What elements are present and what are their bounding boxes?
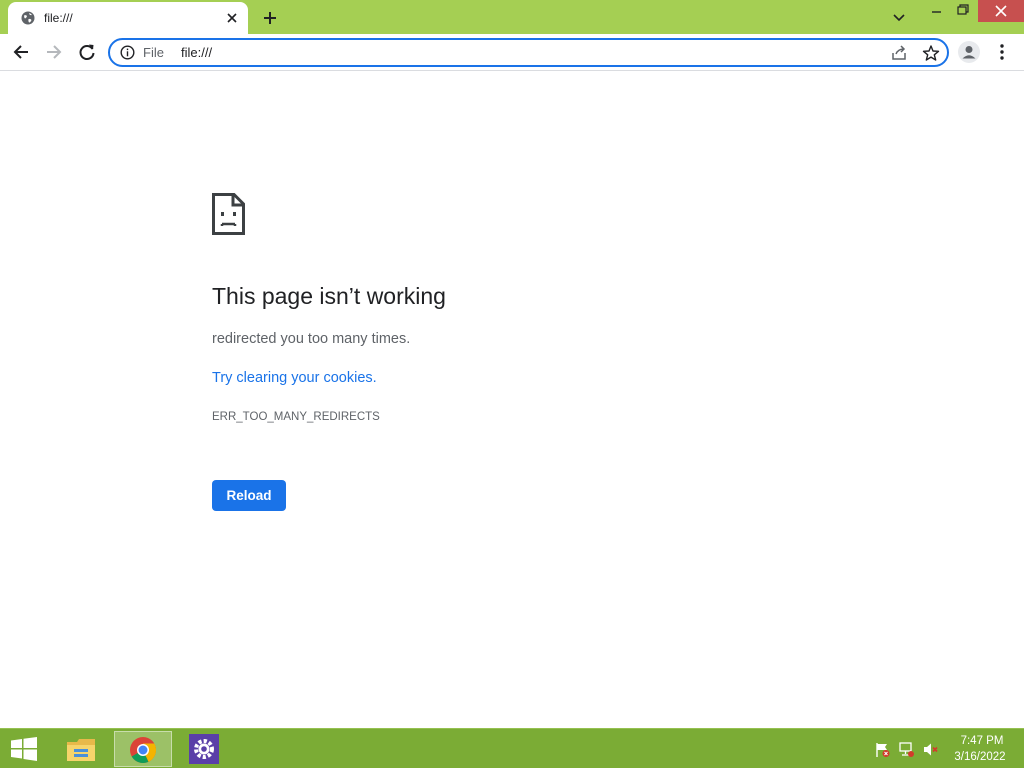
taskbar: 7:47 PM 3/16/2022 <box>0 728 1024 768</box>
browser-tab[interactable]: file:/// <box>8 2 248 34</box>
share-icon[interactable] <box>890 44 908 62</box>
globe-icon <box>21 11 35 25</box>
back-arrow-icon[interactable] <box>10 41 32 63</box>
restore-icon[interactable] <box>950 0 976 22</box>
action-center-flag-icon[interactable] <box>874 741 891 758</box>
clear-cookies-link[interactable]: Try clearing your cookies. <box>212 370 377 386</box>
page-content: This page isn’t working redirected you t… <box>0 71 1024 728</box>
info-icon[interactable] <box>120 45 135 60</box>
url-text[interactable]: file:/// <box>181 45 212 60</box>
forward-arrow-icon[interactable] <box>43 41 65 63</box>
chrome-taskbar-button[interactable] <box>114 731 172 767</box>
sad-page-icon <box>212 193 245 235</box>
network-icon[interactable] <box>898 741 915 758</box>
settings-taskbar-button[interactable] <box>176 731 234 767</box>
scheme-label: File <box>143 45 164 60</box>
title-bar: file:/// <box>0 0 1024 34</box>
reload-button[interactable]: Reload <box>212 480 286 511</box>
bookmark-star-icon[interactable] <box>922 44 940 62</box>
browser-toolbar: File file:/// <box>0 34 1024 71</box>
taskbar-clock-time[interactable]: 7:47 PM <box>954 735 1010 747</box>
window-close-button[interactable] <box>978 0 1024 22</box>
windows-start-icon[interactable] <box>10 737 38 761</box>
minimize-icon[interactable] <box>924 0 950 22</box>
profile-avatar-button[interactable] <box>958 41 980 63</box>
tab-close-icon[interactable] <box>224 10 240 26</box>
error-code: ERR_TOO_MANY_REDIRECTS <box>212 411 380 423</box>
chrome-icon <box>130 737 157 764</box>
address-bar[interactable]: File file:/// <box>108 38 949 67</box>
volume-muted-icon[interactable] <box>922 741 939 758</box>
file-explorer-icon <box>67 739 95 761</box>
new-tab-icon[interactable] <box>260 8 280 28</box>
reload-icon[interactable] <box>76 41 98 63</box>
error-title: This page isn’t working <box>212 283 446 309</box>
person-icon <box>962 46 976 59</box>
file-explorer-button[interactable] <box>52 731 110 767</box>
close-icon <box>995 5 1007 17</box>
more-menu-icon[interactable] <box>994 42 1010 62</box>
taskbar-clock-date[interactable]: 3/16/2022 <box>948 751 1012 763</box>
error-description: redirected you too many times. <box>212 331 411 347</box>
chevron-down-icon[interactable] <box>890 8 908 26</box>
settings-icon <box>189 734 219 764</box>
tab-title: file:/// <box>44 11 73 25</box>
